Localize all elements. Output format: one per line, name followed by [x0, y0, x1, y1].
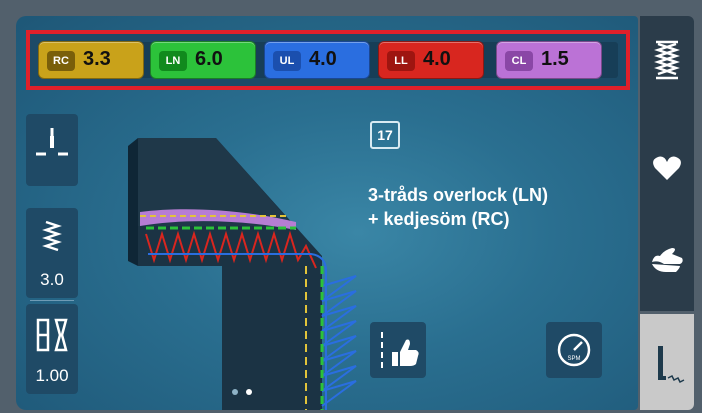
stitch-length-button[interactable]: 3.0 — [26, 208, 78, 298]
stitch-title-line1: 3-tråds overlock (LN) — [368, 185, 549, 205]
speed-label: SPM — [567, 356, 580, 362]
tension-value: 3.3 — [83, 48, 111, 70]
tension-badge: LN — [159, 51, 187, 71]
stitch-title: 3-tråds overlock (LN) + kedjesöm (RC) — [368, 183, 548, 231]
stitch-illustration — [128, 138, 357, 410]
favorite-button[interactable] — [370, 322, 426, 378]
presser-foot-icon — [658, 346, 685, 384]
speed-spm-icon: SPM — [557, 333, 591, 367]
tension-button-ln[interactable]: LN 6.0 — [150, 41, 256, 79]
tension-value: 1.5 — [541, 48, 569, 70]
tension-badge: RC — [47, 51, 75, 71]
right-rail-top — [640, 16, 694, 311]
heart-icon[interactable] — [652, 154, 682, 182]
differential-feed-value: 1.00 — [35, 366, 69, 385]
stitch-pattern-icon[interactable] — [652, 38, 682, 82]
stitch-number: 17 — [370, 121, 400, 149]
tension-button-rc[interactable]: RC 3.3 — [38, 41, 144, 79]
differential-feed-icon — [36, 318, 68, 352]
speed-button[interactable]: SPM — [546, 322, 602, 378]
needle-position-button[interactable] — [26, 114, 78, 186]
differential-feed-button[interactable]: 1.00 — [26, 304, 78, 394]
tension-value: 4.0 — [423, 48, 451, 70]
page-indicator — [232, 382, 253, 400]
tension-button-ll[interactable]: LL 4.0 — [378, 41, 484, 79]
tension-badge: LL — [387, 51, 415, 71]
tension-value: 4.0 — [309, 48, 337, 70]
tension-value: 6.0 — [195, 48, 223, 70]
divider — [30, 300, 74, 301]
page-dot-active — [246, 389, 253, 395]
screen: 3.0 1.00 17 3-tråds overlock (LN) + kedj… — [0, 0, 702, 413]
tension-badge: UL — [273, 51, 301, 71]
tension-button-ul[interactable]: UL 4.0 — [264, 41, 370, 79]
stitch-title-line2: + kedjesöm (RC) — [368, 209, 510, 229]
tension-bar: RC 3.3 LN 6.0 UL 4.0 LL 4.0 CL 1.5 — [26, 30, 630, 90]
right-rail — [640, 16, 694, 410]
hand-icon[interactable] — [650, 244, 684, 274]
stitch-length-icon — [42, 220, 62, 252]
thumbs-up-icon — [381, 332, 419, 368]
presser-foot-tab[interactable] — [640, 314, 694, 410]
needle-position-icon — [36, 128, 68, 156]
tension-button-cl[interactable]: CL 1.5 — [496, 41, 602, 79]
stitch-length-value: 3.0 — [40, 270, 64, 289]
tension-badge: CL — [505, 51, 533, 71]
page-dot — [232, 389, 238, 395]
